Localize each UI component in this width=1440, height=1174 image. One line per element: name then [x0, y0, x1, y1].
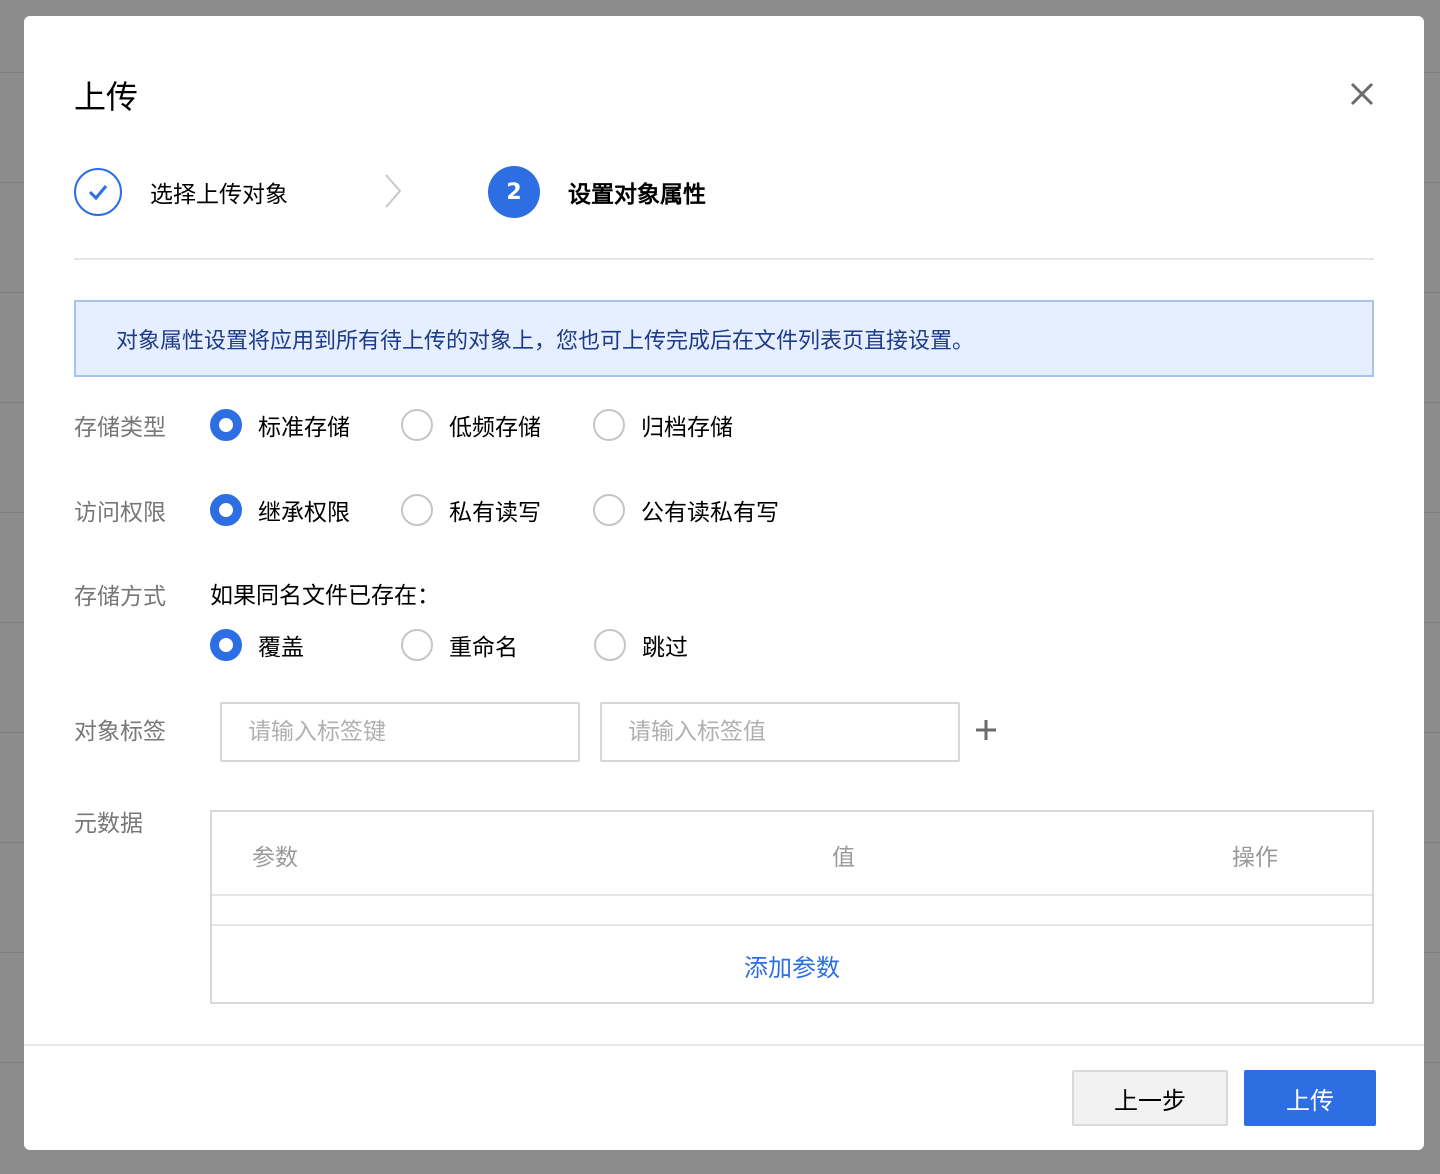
step-done-circle — [74, 168, 122, 216]
upload-dialog: 上传 选择上传对象 2 设置对象属性 对象属性设置将应用到所有待上传的对象上，您… — [24, 16, 1424, 1150]
plus-icon — [976, 720, 996, 740]
radio-button[interactable] — [593, 494, 625, 526]
radio-button-checked[interactable] — [210, 494, 242, 526]
radio-label: 覆盖 — [258, 635, 304, 661]
radio-label: 公有读私有写 — [641, 500, 779, 526]
radio-button[interactable] — [401, 494, 433, 526]
table-empty-row — [212, 896, 1372, 926]
radio-button[interactable] — [401, 629, 433, 661]
radio-label: 跳过 — [642, 635, 688, 661]
check-icon — [88, 185, 108, 201]
storage-type-radio-group: 标准存储 低频存储 归档存储 — [210, 408, 733, 442]
access-radio-group: 继承权限 私有读写 公有读私有写 — [210, 493, 779, 527]
radio-label: 归档存储 — [641, 415, 733, 441]
info-banner: 对象属性设置将应用到所有待上传的对象上，您也可上传完成后在文件列表页直接设置。 — [74, 300, 1374, 377]
tags-label: 对象标签 — [74, 719, 166, 745]
step-label: 选择上传对象 — [150, 182, 288, 208]
close-button[interactable] — [1342, 74, 1382, 114]
radio-label: 低频存储 — [449, 415, 541, 441]
step-select-objects: 选择上传对象 — [74, 166, 288, 218]
column-header-action: 操作 — [1232, 845, 1278, 871]
radio-label: 重命名 — [449, 635, 518, 661]
step-label: 设置对象属性 — [568, 182, 706, 208]
radio-skip[interactable]: 跳过 — [594, 628, 688, 662]
column-header-value: 值 — [832, 845, 855, 871]
info-text: 对象属性设置将应用到所有待上传的对象上，您也可上传完成后在文件列表页直接设置。 — [116, 328, 975, 354]
radio-standard-storage[interactable]: 标准存储 — [210, 408, 401, 442]
radio-button-checked[interactable] — [210, 629, 242, 661]
storage-type-label: 存储类型 — [74, 415, 166, 441]
radio-infrequent-storage[interactable]: 低频存储 — [401, 408, 593, 442]
radio-label: 标准存储 — [258, 415, 350, 441]
dialog-title: 上传 — [74, 78, 139, 116]
add-tag-button[interactable] — [974, 718, 998, 746]
add-param-link[interactable]: 添加参数 — [212, 948, 1372, 983]
steps-divider — [74, 258, 1374, 260]
column-header-param: 参数 — [252, 845, 298, 871]
radio-button-checked[interactable] — [210, 409, 242, 441]
radio-public-read-private-write[interactable]: 公有读私有写 — [593, 493, 779, 527]
storage-mode-radio-group: 覆盖 重命名 跳过 — [210, 628, 688, 662]
tag-key-input[interactable] — [220, 702, 580, 762]
access-label: 访问权限 — [74, 500, 166, 526]
radio-archive-storage[interactable]: 归档存储 — [593, 408, 733, 442]
table-header: 参数 值 操作 — [212, 812, 1372, 896]
radio-label: 继承权限 — [258, 500, 350, 526]
radio-button[interactable] — [593, 409, 625, 441]
previous-step-button[interactable]: 上一步 — [1072, 1070, 1228, 1126]
conflict-hint: 如果同名文件已存在： — [210, 583, 440, 609]
radio-button[interactable] — [401, 409, 433, 441]
step-number-badge: 2 — [488, 166, 540, 218]
radio-inherit-permission[interactable]: 继承权限 — [210, 493, 401, 527]
radio-rename[interactable]: 重命名 — [401, 628, 594, 662]
radio-overwrite[interactable]: 覆盖 — [210, 628, 401, 662]
metadata-label: 元数据 — [74, 811, 143, 837]
storage-mode-label: 存储方式 — [74, 584, 166, 610]
chevron-right-icon — [385, 174, 402, 208]
footer-divider — [24, 1044, 1424, 1046]
step-set-properties: 2 设置对象属性 — [488, 166, 706, 218]
radio-private-read-write[interactable]: 私有读写 — [401, 493, 593, 527]
radio-button[interactable] — [594, 629, 626, 661]
close-icon — [1350, 82, 1374, 106]
upload-button[interactable]: 上传 — [1244, 1070, 1376, 1126]
metadata-table: 参数 值 操作 添加参数 — [210, 810, 1374, 1004]
radio-label: 私有读写 — [449, 500, 541, 526]
tag-value-input[interactable] — [600, 702, 960, 762]
